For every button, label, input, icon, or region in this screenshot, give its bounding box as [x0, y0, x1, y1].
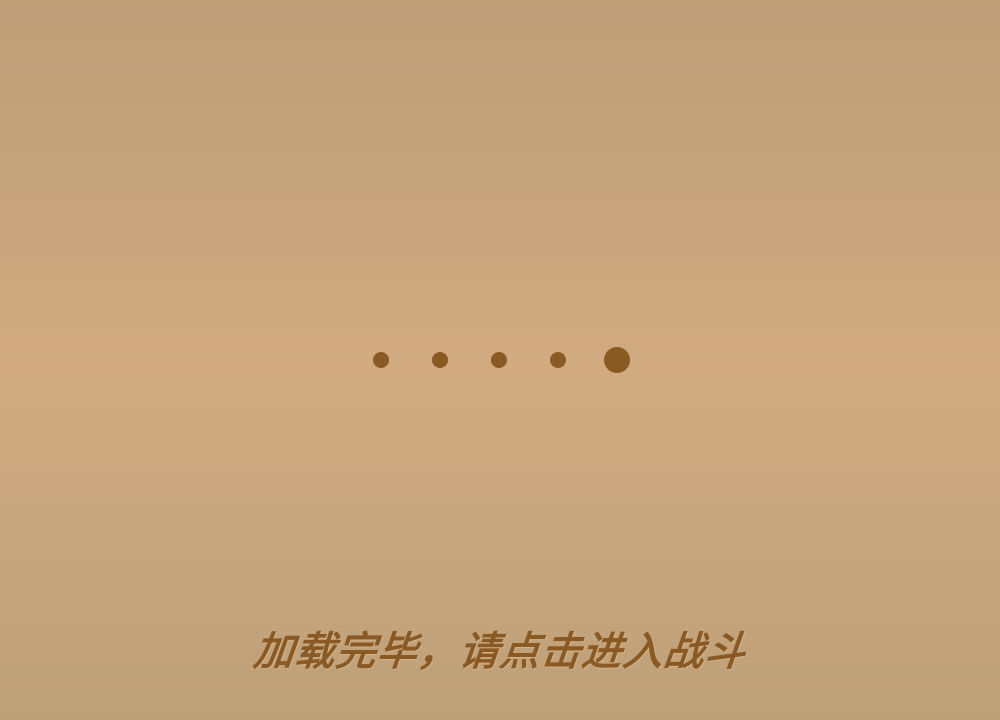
enter-battle-prompt[interactable]: 加载完毕，请点击进入战斗: [0, 626, 1000, 678]
loading-screen[interactable]: 加载完毕，请点击进入战斗: [0, 0, 1000, 720]
progress-dot-2: [432, 352, 448, 368]
loading-progress-dots: [0, 346, 1000, 374]
progress-dot-1: [373, 352, 389, 368]
progress-dot-4: [550, 352, 566, 368]
progress-dot-3: [491, 352, 507, 368]
progress-dot-5-active: [604, 347, 630, 373]
